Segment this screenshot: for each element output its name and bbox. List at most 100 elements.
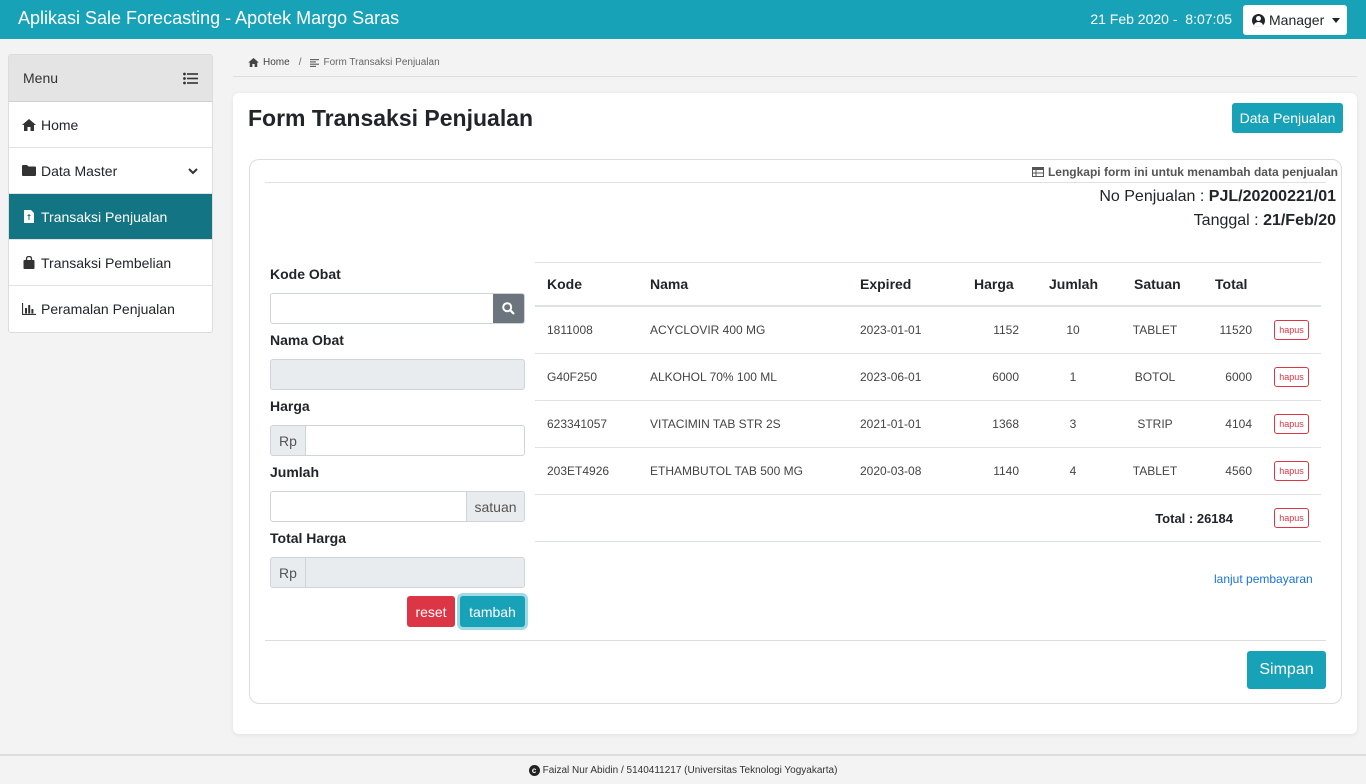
cell-expired: 2023-06-01 [860,370,922,384]
total-harga-prefix: Rp [271,558,306,587]
footer-text: Faizal Nur Abidin / 5140411217 (Universi… [542,764,838,776]
sidebar-item-transaksi-pembelian[interactable]: Transaksi Pembelian [9,240,212,286]
nama-obat-label: Nama Obat [270,332,344,348]
sidebar-item-label: Transaksi Penjualan [41,208,168,225]
page-footer: c Faizal Nur Abidin / 5140411217 (Univer… [0,754,1366,784]
cell-harga: 1368 [992,417,1019,431]
cell-jumlah: 3 [1069,417,1077,431]
simpan-button[interactable]: Simpan [1247,651,1326,689]
tanggal-label: Tanggal : [1193,212,1259,229]
user-dropdown-button[interactable]: Manager [1243,5,1347,35]
sidebar-header: Menu [9,55,212,102]
page-title: Form Transaksi Penjualan [248,105,534,131]
chart-bar-icon [22,303,36,315]
tanggal: Tanggal : 21/Feb/20 [1194,212,1336,230]
hapus-cell: hapus [1274,448,1309,494]
tanggal-value: 21/Feb/20 [1263,212,1336,229]
sidebar-item-label: Transaksi Pembelian [41,254,172,271]
breadcrumb-current: Form Transaksi Penjualan [323,57,440,68]
table-row: 623341057 VITACIMIN TAB STR 2S 2021-01-0… [535,401,1321,448]
harga-prefix: Rp [271,426,306,455]
harga-label: Harga [270,398,310,414]
total-harga-input [305,558,524,587]
tambah-button[interactable]: tambah [460,596,525,627]
cell-kode: 203ET4926 [547,464,610,478]
no-penjualan-value: PJL/20200221/01 [1208,188,1336,205]
cell-satuan: STRIP [1137,417,1173,431]
hapus-button[interactable]: hapus [1274,320,1309,340]
main-card: Form Transaksi Penjualan Data Penjualan … [233,93,1357,734]
table-row: 1811008 ACYCLOVIR 400 MG 2023-01-01 1152… [535,307,1321,354]
sidebar: Menu Home Data Master Transaksi Penjuala… [8,54,213,333]
col-header-nama: Nama [650,276,689,292]
sidebar-item-data-master[interactable]: Data Master [9,148,212,194]
hapus-cell: hapus [1274,307,1309,353]
top-navbar: Aplikasi Sale Forecasting - Apotek Margo… [0,0,1366,39]
cell-expired: 2023-01-01 [860,323,922,337]
form-panel: Lengkapi form ini untuk menambah data pe… [249,159,1342,704]
items-table: Kode Nama Expired Harga Jumlah Satuan To… [535,262,1321,586]
sidebar-item-label: Peramalan Penjualan [41,301,175,317]
sidebar-item-transaksi-penjualan[interactable]: Transaksi Penjualan [9,194,212,240]
hapus-button[interactable]: hapus [1274,461,1309,481]
home-icon [22,118,36,131]
note-divider [265,182,1326,183]
cell-jumlah: 4 [1069,464,1077,478]
total-harga-label: Total Harga [270,530,346,546]
cell-kode: 1811008 [547,323,593,337]
jumlah-label: Jumlah [270,464,320,480]
jumlah-input[interactable] [271,492,466,521]
sidebar-heading: Menu [23,70,59,86]
cell-expired: 2020-03-08 [860,464,922,478]
date-text: 21 Feb 2020 [1090,11,1169,27]
user-label: Manager [1269,12,1325,28]
breadcrumb-separator: / [298,57,302,68]
sidebar-item-home[interactable]: Home [9,102,212,148]
cell-total: 11520 [1219,323,1252,337]
folder-icon [22,165,36,176]
breadcrumb-home-link[interactable]: Home [263,57,290,68]
cell-harga: 6000 [992,370,1019,384]
col-header-expired: Expired [860,276,912,292]
cell-nama: ETHAMBUTOL TAB 500 MG [650,464,803,478]
harga-input[interactable] [306,426,524,455]
breadcrumb: Home / Form Transaksi Penjualan [248,57,440,68]
col-header-kode: Kode [547,276,582,292]
search-button[interactable] [493,294,524,323]
no-penjualan: No Penjualan : PJL/20200221/01 [1099,188,1336,206]
kode-obat-input[interactable] [271,294,493,323]
hapus-button[interactable]: hapus [1274,367,1309,387]
time-text: 8:07:05 [1185,11,1232,27]
cell-satuan: TABLET [1132,464,1178,478]
copyright-icon: c [528,764,540,776]
table-total-row: Total : 26184 hapus [535,495,1321,542]
shopping-bag-icon [22,256,36,269]
hapus-cell: hapus [1274,354,1309,400]
datetime-display: 21 Feb 2020 - 8:07:05 [1090,11,1232,27]
hapus-button[interactable]: hapus [1274,414,1309,434]
footer-divider [265,640,1326,641]
hapus-cell: hapus [1274,495,1309,541]
cell-satuan: BOTOL [1134,370,1176,384]
cell-harga: 1152 [993,323,1019,337]
cell-nama: ALKOHOL 70% 100 ML [650,370,777,384]
cell-kode: 623341057 [547,417,608,431]
kode-obat-group [270,293,525,324]
form-note-text: Lengkapi form ini untuk menambah data pe… [1047,165,1338,179]
cell-total: 6000 [1225,370,1252,384]
lanjut-pembayaran-link[interactable]: lanjut pembayaran [1214,572,1313,586]
col-header-satuan: Satuan [1134,276,1181,292]
list-icon[interactable] [183,72,198,85]
breadcrumb-divider [233,76,1357,77]
user-circle-icon [1252,13,1265,27]
cell-total: 4560 [1225,464,1252,478]
hapus-all-button[interactable]: hapus [1274,508,1309,528]
app-title: Aplikasi Sale Forecasting - Apotek Margo… [18,8,400,28]
align-left-icon [310,58,320,67]
kode-obat-label: Kode Obat [270,266,341,282]
data-penjualan-button[interactable]: Data Penjualan [1232,103,1343,133]
nama-obat-input [270,359,525,390]
col-header-total: Total [1215,276,1248,292]
reset-button[interactable]: reset [407,596,455,627]
sidebar-item-peramalan-penjualan[interactable]: Peramalan Penjualan [9,286,212,332]
